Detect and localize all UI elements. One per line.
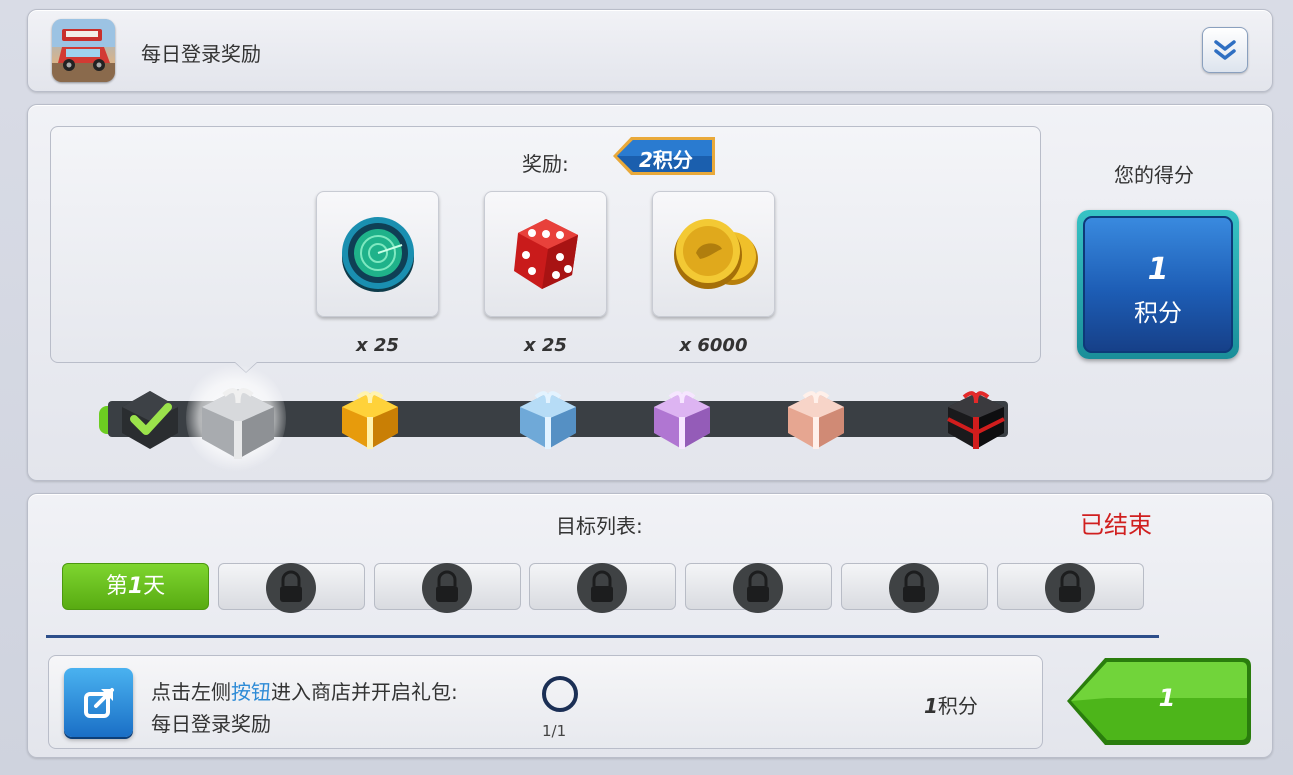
radar-icon [342, 217, 414, 292]
divider [46, 635, 1159, 638]
task-target: 每日登录奖励 [151, 712, 271, 736]
reward-qty-radar: x 25 [356, 335, 399, 356]
day-tab-6-locked[interactable] [841, 563, 988, 613]
reward-item-dice[interactable] [484, 191, 607, 317]
black-gift-icon[interactable] [942, 385, 1010, 453]
pink-gift-icon[interactable] [782, 385, 850, 453]
points-tag-unit: 积分 [652, 148, 693, 172]
your-score-label: 您的得分 [1114, 163, 1194, 187]
gold-gift-icon[interactable] [336, 385, 404, 453]
claim-button-label: 1 [1158, 684, 1176, 712]
goals-panel: 目标列表: 已结束 第1天 点击左侧按钮进入商店并开启礼包: 每日登录奖励 1/ [27, 493, 1273, 758]
external-link-icon [83, 687, 114, 718]
reward-qty-coins: x 6000 [679, 335, 748, 356]
day-tab-prefix: 第 [105, 574, 128, 599]
silver-gift-icon[interactable] [196, 381, 280, 465]
lock-icon [422, 563, 472, 613]
claim-button[interactable]: 1 [1063, 654, 1253, 749]
dice-icon [514, 219, 578, 289]
rewards-panel: 奖励: 2积分 x 25 x 25 x 6000 您的得分 1 积分 [27, 104, 1273, 481]
score-unit: 积分 [1134, 299, 1182, 327]
goals-label: 目标列表: [556, 514, 643, 538]
score-value: 1 [1147, 252, 1169, 287]
points-tag-number: 2 [639, 148, 653, 172]
task-highlight: 按钮 [231, 680, 271, 704]
purple-gift-icon[interactable] [648, 385, 716, 453]
task-progress: 1/1 [542, 722, 567, 740]
reward-item-coins[interactable] [652, 191, 775, 317]
lock-icon [1045, 563, 1095, 613]
blue-gift-icon[interactable] [514, 385, 582, 453]
lock-icon [733, 563, 783, 613]
lock-icon [266, 563, 316, 613]
day-tab-4-locked[interactable] [529, 563, 676, 613]
checkmark-gift-icon[interactable] [116, 385, 184, 453]
status-ended-label: 已结束 [1080, 511, 1152, 539]
points-tag: 2积分 [611, 134, 718, 178]
go-to-shop-button[interactable] [64, 668, 133, 737]
task-points: 1积分 [924, 694, 978, 718]
task-description: 点击左侧按钮进入商店并开启礼包: [151, 680, 458, 704]
day-tab-2-locked[interactable] [218, 563, 365, 613]
lock-icon [889, 563, 939, 613]
reward-box: 奖励: 2积分 x 25 x 25 x 6000 [50, 126, 1041, 363]
progress-ring-icon [542, 676, 578, 712]
reward-label: 奖励: [522, 152, 569, 176]
reward-item-radar[interactable] [316, 191, 439, 317]
day-tab-suffix: 天 [143, 574, 166, 599]
score-box: 1 积分 [1077, 210, 1239, 359]
day-tab-1[interactable]: 第1天 [62, 563, 209, 610]
day-tab-5-locked[interactable] [685, 563, 832, 613]
lock-icon [577, 563, 627, 613]
day-tab-number: 1 [127, 574, 144, 599]
day-tab-3-locked[interactable] [374, 563, 521, 613]
double-chevron-down-icon [1214, 40, 1236, 60]
gold-coins-icon [674, 219, 758, 289]
page-title: 每日登录奖励 [141, 42, 261, 66]
task-row: 点击左侧按钮进入商店并开启礼包: 每日登录奖励 1/1 1积分 [48, 655, 1043, 749]
day-tab-7-locked[interactable] [997, 563, 1144, 613]
header-bar: 每日登录奖励 [27, 9, 1273, 92]
collapse-button[interactable] [1202, 27, 1248, 73]
truck-game-icon [52, 19, 115, 82]
reward-qty-dice: x 25 [524, 335, 567, 356]
